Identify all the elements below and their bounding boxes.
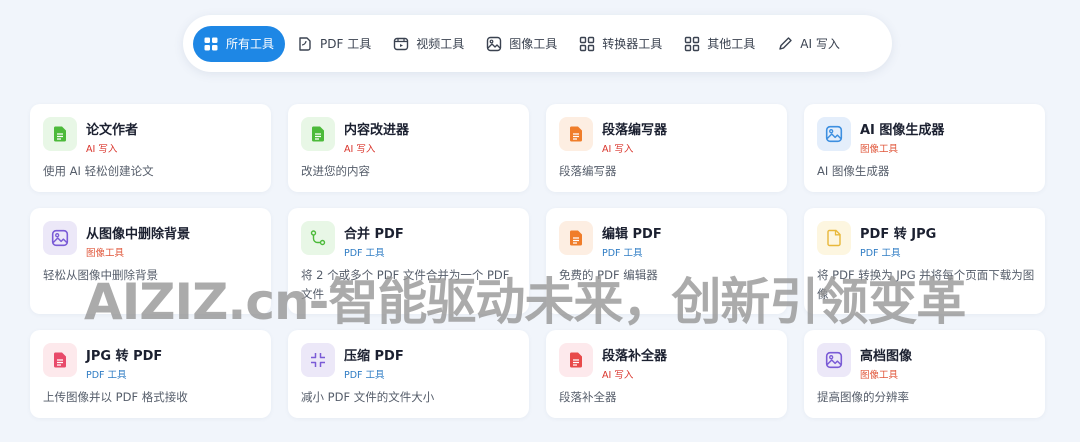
tool-card[interactable]: JPG 转 PDF PDF 工具上传图像并以 PDF 格式接收 xyxy=(30,330,271,418)
document-icon xyxy=(559,117,593,151)
tool-card-title: 内容改进器 xyxy=(344,123,410,138)
tool-card-category-tag: AI 写入 xyxy=(602,370,634,381)
tab-grid[interactable]: 其他工具 xyxy=(674,26,765,62)
tool-card[interactable]: 段落编写器 AI 写入 段落编写器 xyxy=(546,104,787,192)
file-icon xyxy=(817,221,851,255)
tab-label: 视频工具 xyxy=(416,37,465,51)
tool-card-category-tag: 图像工具 xyxy=(860,370,899,381)
tool-card-category-tag: AI 写入 xyxy=(344,144,376,155)
tool-card[interactable]: 从图像中删除背景图像工具轻松从图像中删除背景 xyxy=(30,208,271,314)
document-icon xyxy=(301,117,335,151)
tab-label: PDF 工具 xyxy=(320,37,372,51)
tool-card-title: 编辑 PDF xyxy=(602,227,662,242)
video-icon xyxy=(393,36,416,52)
image-icon xyxy=(43,221,77,255)
category-tab-bar: 所有工具 PDF 工具 视频工具 图像工具 转换器工具 其他工具 AI 写入 xyxy=(183,15,892,72)
document-icon xyxy=(559,343,593,377)
document-icon xyxy=(43,117,77,151)
tool-card-category-tag: PDF 工具 xyxy=(860,248,901,259)
pdf-icon xyxy=(297,36,320,52)
image-icon xyxy=(486,36,509,52)
tab-pen[interactable]: AI 写入 xyxy=(767,26,850,62)
tool-card-category-tag: PDF 工具 xyxy=(602,248,643,259)
image-icon xyxy=(817,117,851,151)
pen-icon xyxy=(777,36,800,52)
tool-card[interactable]: 内容改进器 AI 写入改进您的内容 xyxy=(288,104,529,192)
tool-card-description: 将 2 个或多个 PDF 文件合并为一个 PDF 文件 xyxy=(301,268,510,301)
tab-label: 所有工具 xyxy=(226,37,275,51)
tool-card-title: 高档图像 xyxy=(860,349,913,364)
grid-icon xyxy=(203,36,226,52)
tab-label: AI 写入 xyxy=(800,37,840,51)
tab-label: 转换器工具 xyxy=(602,37,663,51)
tab-pdf[interactable]: PDF 工具 xyxy=(287,26,381,62)
tool-card-category-tag: PDF 工具 xyxy=(344,248,385,259)
grid-icon xyxy=(579,36,602,52)
tool-card-description: 免费的 PDF 编辑器 xyxy=(559,268,658,282)
document-icon xyxy=(43,343,77,377)
document-icon xyxy=(559,221,593,255)
tool-card-description: 改进您的内容 xyxy=(301,164,370,178)
tool-card-title: 合并 PDF xyxy=(344,227,404,242)
tab-label: 其他工具 xyxy=(707,37,756,51)
tool-card-description: 段落补全器 xyxy=(559,390,617,404)
tab-image[interactable]: 图像工具 xyxy=(476,26,567,62)
tool-card[interactable]: 编辑 PDF PDF 工具免费的 PDF 编辑器 xyxy=(546,208,787,314)
tab-video[interactable]: 视频工具 xyxy=(383,26,474,62)
tool-card-description: 段落编写器 xyxy=(559,164,617,178)
tool-card-description: 减小 PDF 文件的文件大小 xyxy=(301,390,435,404)
tool-card-description: AI 图像生成器 xyxy=(817,164,890,178)
tool-card-title: 段落编写器 xyxy=(602,123,668,138)
tab-all-tools[interactable]: 所有工具 xyxy=(193,25,286,62)
tool-card-category-tag: AI 写入 xyxy=(86,144,118,155)
tool-card-title: 论文作者 xyxy=(86,123,139,138)
tool-card-category-tag: PDF 工具 xyxy=(86,370,127,381)
compress-icon xyxy=(301,343,335,377)
tool-card-description: 使用 AI 轻松创建论文 xyxy=(43,164,154,178)
tab-grid[interactable]: 转换器工具 xyxy=(569,26,672,62)
tool-card[interactable]: 段落补全器 AI 写入 段落补全器 xyxy=(546,330,787,418)
merge-icon xyxy=(301,221,335,255)
image-icon xyxy=(817,343,851,377)
tool-card-title: PDF 转 JPG xyxy=(860,227,937,242)
tool-card[interactable]: PDF 转 JPG PDF 工具将 PDF 转换为 JPG 并将每个页面下载为图像 xyxy=(804,208,1045,314)
tool-card-title: 压缩 PDF xyxy=(344,349,404,364)
tool-card-title: 从图像中删除背景 xyxy=(86,227,191,242)
tool-card-description: 轻松从图像中删除背景 xyxy=(43,268,158,282)
tool-card-description: 提高图像的分辨率 xyxy=(817,390,909,404)
tool-card[interactable]: 论文作者 AI 写入使用 AI 轻松创建论文 xyxy=(30,104,271,192)
grid-icon xyxy=(684,36,707,52)
tool-card[interactable]: AI 图像生成器 图像工具 AI 图像生成器 xyxy=(804,104,1045,192)
tab-label: 图像工具 xyxy=(509,37,558,51)
tool-card-title: JPG 转 PDF xyxy=(86,349,163,364)
tool-card-title: 段落补全器 xyxy=(602,349,668,364)
tool-card[interactable]: 压缩 PDF PDF 工具减小 PDF 文件的文件大小 xyxy=(288,330,529,418)
tool-card-category-tag: AI 写入 xyxy=(602,144,634,155)
tool-card-category-tag: PDF 工具 xyxy=(344,370,385,381)
tool-card-category-tag: 图像工具 xyxy=(860,144,899,155)
tool-card[interactable]: 合并 PDF PDF 工具将 2 个或多个 PDF 文件合并为一个 PDF 文件 xyxy=(288,208,529,314)
tool-card-category-tag: 图像工具 xyxy=(86,248,125,259)
tool-card-description: 上传图像并以 PDF 格式接收 xyxy=(43,390,188,404)
tool-card-description: 将 PDF 转换为 JPG 并将每个页面下载为图像 xyxy=(817,268,1035,301)
tool-card[interactable]: 高档图像图像工具提高图像的分辨率 xyxy=(804,330,1045,418)
tool-card-title: AI 图像生成器 xyxy=(860,123,945,138)
